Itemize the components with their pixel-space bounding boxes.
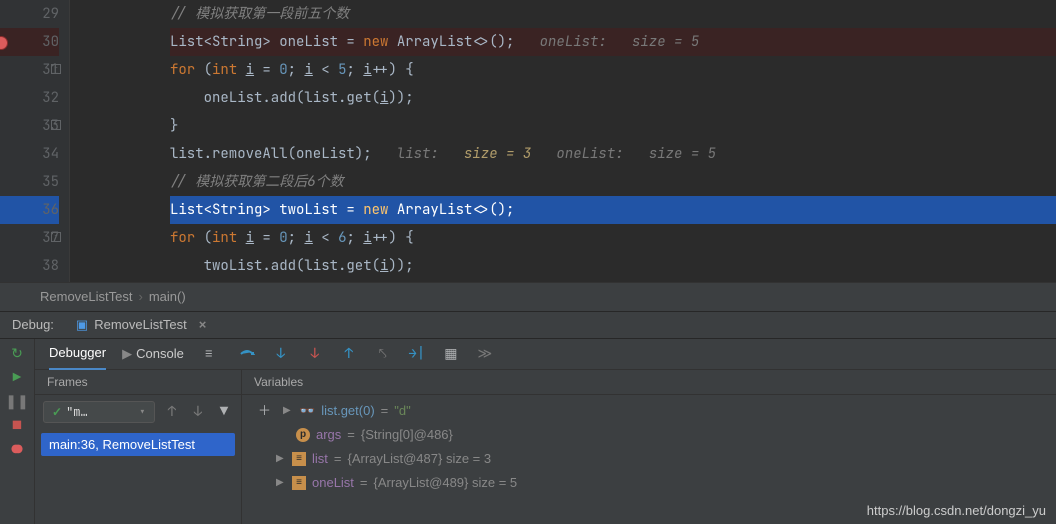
debug-panels: Frames ✓"m…▾ ↑ ↓ ▼ main:36, RemoveListTe… xyxy=(35,370,1056,524)
prev-frame-icon[interactable]: ↑ xyxy=(163,403,181,421)
code-line[interactable]: oneList.add(list.get(i)); xyxy=(170,84,1056,112)
expand-icon[interactable]: ▶ xyxy=(276,471,286,495)
run-config-icon: ▣ xyxy=(76,312,88,338)
code-line[interactable]: List<String> oneList = new ArrayList<>()… xyxy=(170,28,1056,56)
view-breakpoints-icon[interactable]: ●● xyxy=(8,441,26,459)
next-frame-icon[interactable]: ↓ xyxy=(189,403,207,421)
list-icon: ≡ xyxy=(292,476,306,490)
breakpoint-icon[interactable] xyxy=(0,36,8,50)
code-line[interactable]: // 模拟获取第一段前五个数 xyxy=(170,0,1056,28)
frames-pane: Frames ✓"m…▾ ↑ ↓ ▼ main:36, RemoveListTe… xyxy=(35,370,242,524)
debugger-toolbar: Debugger ▶Console ≡ ↓ ↓ ↑ ⤣ →| ▦ ≫ xyxy=(35,339,1056,370)
frames-header: Frames xyxy=(35,370,241,395)
line-number: 30 xyxy=(0,28,59,56)
line-number: 32 xyxy=(0,84,59,112)
stack-frame[interactable]: main:36, RemoveListTest xyxy=(41,433,235,456)
step-out-icon[interactable]: ↑ xyxy=(340,345,358,363)
code-line-current[interactable]: List<String> twoList = new ArrayList<>()… xyxy=(170,196,1056,224)
thread-selector[interactable]: ✓"m…▾ xyxy=(43,401,155,423)
code-line[interactable]: list.removeAll(oneList); list: size = 3 … xyxy=(170,140,1056,168)
code-line[interactable]: for (int i = 0; i < 6; i++) { xyxy=(170,224,1056,252)
line-number: -33 xyxy=(0,112,59,140)
code-line[interactable]: // 模拟获取第二段后6个数 xyxy=(170,168,1056,196)
step-over-icon[interactable] xyxy=(238,345,256,363)
line-number: 35 xyxy=(0,168,59,196)
run-to-cursor-icon[interactable]: →| xyxy=(408,345,426,363)
tab-console[interactable]: ▶Console xyxy=(122,339,184,369)
line-number: -37 xyxy=(0,224,59,252)
filter-icon[interactable]: ▼ xyxy=(215,403,233,421)
threads-icon[interactable]: ≡ xyxy=(200,345,218,363)
variable-row[interactable]: ＋ ▶ 👓 list.get(0) = "d" xyxy=(250,399,1048,423)
breadcrumb-class[interactable]: RemoveListTest xyxy=(40,289,132,304)
code-area[interactable]: // 模拟获取第一段前五个数 List<String> oneList = ne… xyxy=(70,0,1056,282)
line-number: -31 xyxy=(0,56,59,84)
drop-frame-icon[interactable]: ⤣ xyxy=(374,345,392,363)
debug-tool-window-header: Debug: ▣RemoveListTest× xyxy=(0,311,1056,339)
code-line[interactable]: for (int i = 0; i < 5; i++) { xyxy=(170,56,1056,84)
variables-pane: Variables ＋ ▶ 👓 list.get(0) = "d" p args… xyxy=(242,370,1056,524)
line-number-current: 36 xyxy=(0,196,59,224)
tab-debugger[interactable]: Debugger xyxy=(49,338,106,370)
breadcrumb-method[interactable]: main() xyxy=(149,289,186,304)
pause-icon[interactable]: ❚❚ xyxy=(8,393,26,411)
watermark: https://blog.csdn.net/dongzi_yu xyxy=(867,503,1046,518)
fold-icon[interactable]: - xyxy=(51,64,61,74)
code-line[interactable]: } xyxy=(170,112,1056,140)
variables-header: Variables xyxy=(242,370,1056,395)
console-icon: ▶ xyxy=(122,346,132,361)
line-number: 38 xyxy=(0,252,59,280)
line-number: 34 xyxy=(0,140,59,168)
step-into-icon[interactable]: ↓ xyxy=(272,345,290,363)
add-watch-icon[interactable]: ＋ xyxy=(258,399,271,423)
frames-list[interactable]: main:36, RemoveListTest xyxy=(35,429,241,460)
rerun-icon[interactable]: ↻ xyxy=(8,345,26,363)
glasses-icon: 👓 xyxy=(299,399,315,423)
chevron-down-icon: ▾ xyxy=(139,404,146,420)
variable-row[interactable]: p args = {String[0]@486} xyxy=(250,423,1048,447)
run-config-tab[interactable]: ▣RemoveListTest× xyxy=(66,312,216,338)
code-line[interactable]: twoList.add(list.get(i)); xyxy=(170,252,1056,280)
expand-icon[interactable]: ▶ xyxy=(283,399,293,423)
evaluate-icon[interactable]: ▦ xyxy=(442,345,460,363)
stop-icon[interactable]: ■ xyxy=(8,417,26,435)
gutter: 29 30 -31 32 -33 34 35 36 -37 38 xyxy=(0,0,70,282)
close-icon[interactable]: × xyxy=(199,312,207,338)
fold-icon[interactable]: - xyxy=(51,120,61,130)
param-icon: p xyxy=(296,428,310,442)
resume-icon[interactable]: ▶ xyxy=(8,369,26,387)
variable-row[interactable]: ▶ ≡ oneList = {ArrayList@489} size = 5 xyxy=(250,471,1048,495)
expand-icon[interactable]: ▶ xyxy=(276,447,286,471)
variable-row[interactable]: ▶ ≡ list = {ArrayList@487} size = 3 xyxy=(250,447,1048,471)
debug-label: Debug: xyxy=(0,312,66,338)
check-icon: ✓ xyxy=(52,404,62,420)
breadcrumb[interactable]: RemoveListTest › main() xyxy=(0,282,1056,311)
trace-icon[interactable]: ≫ xyxy=(476,345,494,363)
fold-icon[interactable]: - xyxy=(51,232,61,242)
force-step-into-icon[interactable]: ↓ xyxy=(306,345,324,363)
list-icon: ≡ xyxy=(292,452,306,466)
debug-side-toolbar: ↻ ▶ ❚❚ ■ ●● xyxy=(0,339,35,524)
line-number: 29 xyxy=(0,0,59,28)
code-editor[interactable]: 29 30 -31 32 -33 34 35 36 -37 38 // 模拟获取… xyxy=(0,0,1056,282)
breadcrumb-separator: › xyxy=(138,289,142,304)
